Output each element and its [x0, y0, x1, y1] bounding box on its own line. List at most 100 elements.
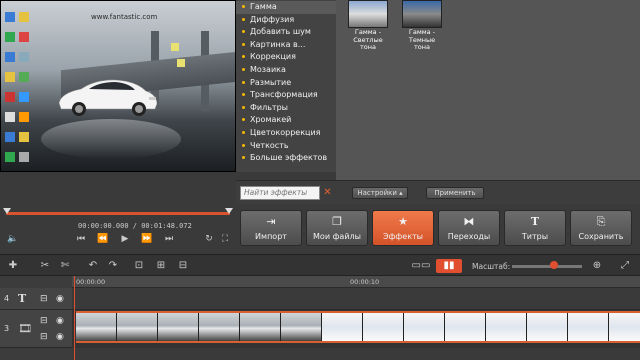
volume-icon[interactable]: 🔈 — [6, 232, 20, 246]
redo-icon[interactable]: ↷ — [106, 259, 120, 273]
clip-frame — [281, 313, 322, 341]
text-track-icon: T — [18, 292, 27, 305]
properties-icon[interactable]: ⊟ — [176, 259, 190, 273]
preview-reflection — [41, 119, 181, 159]
thumbnail-image — [402, 0, 442, 28]
effect-category-label: Гамма — [250, 2, 277, 11]
visibility-icon[interactable]: ◉ — [56, 316, 64, 326]
thumbnail-caption-line: Гамма - — [408, 28, 436, 36]
skip-end-icon[interactable]: ⏭ — [162, 232, 176, 246]
effect-category-item[interactable]: Хромакей — [236, 114, 336, 127]
effect-category-label: Размытие — [250, 77, 292, 87]
clip-frame — [486, 313, 527, 341]
video-preview[interactable]: www.fantastic.com — [0, 0, 236, 172]
edit-toolbar: ✚ ✂ ✄ ↶ ↷ ⊡ ⊞ ⊟ ▭▭ ▮▮ Масштаб: ⊕ ⤢ — [0, 254, 640, 276]
effect-category-label: Больше эффектов — [250, 153, 328, 163]
apply-button[interactable]: Применить — [426, 187, 484, 199]
desktop-app-icon — [5, 32, 15, 42]
add-icon[interactable]: ✚ — [6, 259, 20, 273]
effect-category-item[interactable]: Картинка в... — [236, 39, 336, 52]
effect-category-item[interactable]: Коррекция — [236, 51, 336, 64]
effect-category-label: Фильтры — [250, 102, 288, 112]
effect-thumbnail[interactable]: Гамма - Светлые тона — [346, 0, 390, 51]
play-icon[interactable]: ▶ — [118, 232, 132, 246]
zoom-slider-thumb[interactable] — [550, 261, 558, 269]
rotate-icon[interactable]: ⊞ — [154, 259, 168, 273]
undo-icon[interactable]: ↶ — [86, 259, 100, 273]
my-files-button[interactable]: ❐ Мои файлы — [306, 210, 368, 246]
import-button[interactable]: ⇥ Импорт — [240, 210, 302, 246]
rewind-icon[interactable]: ⏪ — [96, 232, 110, 246]
fit-icon[interactable]: ⤢ — [618, 259, 632, 273]
crop-icon[interactable]: ⊡ — [132, 259, 146, 273]
files-icon: ❐ — [332, 215, 342, 228]
save-button[interactable]: ⎘ Сохранить — [570, 210, 632, 246]
effect-category-item[interactable]: Мозаика — [236, 64, 336, 77]
text-track[interactable] — [72, 288, 640, 310]
clip-frame — [363, 313, 404, 341]
bullet-icon — [242, 118, 245, 122]
effects-search-bar: Найти эффекты ✕ Настройки ▴ Применить — [236, 180, 640, 204]
thumbnail-image — [348, 0, 388, 28]
timeline-playhead[interactable] — [74, 276, 75, 360]
clip-frame — [445, 313, 486, 341]
effect-category-item[interactable]: Больше эффектов — [236, 152, 336, 165]
bullet-icon — [242, 93, 245, 97]
desktop-app-icon — [19, 112, 29, 122]
desktop-app-icon — [19, 52, 29, 62]
loop-icon[interactable]: ↻ — [202, 232, 216, 246]
link-icon[interactable]: ⊟ — [40, 294, 48, 304]
scrubber-start-handle[interactable] — [3, 208, 11, 214]
effect-category-item[interactable]: Цветокоррекция — [236, 127, 336, 140]
desktop-app-icon — [5, 52, 15, 62]
timeline-ruler[interactable]: 00:00:00 00:00:10 — [72, 276, 640, 288]
text-icon: T — [530, 215, 540, 228]
effect-category-label: Коррекция — [250, 52, 296, 62]
video-clip[interactable] — [76, 311, 640, 343]
view-mode-icon[interactable]: ▭▭ — [408, 259, 434, 273]
link-icon[interactable]: ⊟ — [40, 316, 48, 326]
track-number: 4 — [4, 294, 10, 303]
transitions-button[interactable]: ⧓ Переходы — [438, 210, 500, 246]
titles-button[interactable]: T Титры — [504, 210, 566, 246]
effect-category-item[interactable]: Размытие — [236, 77, 336, 90]
my-files-label: Мои файлы — [313, 232, 361, 241]
video-track[interactable] — [72, 310, 640, 348]
visibility-icon[interactable]: ◉ — [56, 294, 64, 304]
effect-category-item[interactable]: Гамма — [236, 1, 336, 14]
settings-button[interactable]: Настройки ▴ — [352, 187, 408, 199]
cut-icon[interactable]: ✂ — [38, 259, 52, 273]
zoom-in-icon[interactable]: ⊕ — [590, 259, 604, 273]
search-input[interactable]: Найти эффекты — [240, 186, 320, 200]
bullet-icon — [242, 130, 245, 134]
scrubber-end-handle[interactable] — [225, 208, 233, 214]
effect-category-item[interactable]: Трансформация — [236, 89, 336, 102]
effect-category-item[interactable]: Четкость — [236, 140, 336, 153]
mute-icon[interactable]: ⊟ — [40, 332, 48, 342]
lock-icon[interactable]: ◉ — [56, 332, 64, 342]
playback-scrubber[interactable] — [0, 204, 236, 220]
thumbnail-caption-line: Темные тона — [408, 36, 436, 51]
desktop-app-icon — [5, 112, 15, 122]
fast-forward-icon[interactable]: ⏩ — [140, 232, 154, 246]
effect-category-item[interactable]: Диффузия — [236, 14, 336, 27]
bullet-icon — [242, 30, 245, 34]
preview-watermark: www.fantastic.com — [91, 13, 158, 21]
desktop-folder-icon — [5, 72, 15, 82]
effect-category-item[interactable]: Добавить шум — [236, 26, 336, 39]
clear-icon[interactable]: ✕ — [322, 187, 333, 198]
desktop-app-icon — [19, 72, 29, 82]
timeline-mode-icon[interactable]: ▮▮ — [436, 259, 462, 273]
desktop-app-icon — [5, 132, 15, 142]
split-icon[interactable]: ✄ — [58, 259, 72, 273]
zoom-slider-track[interactable] — [512, 265, 582, 268]
skip-start-icon[interactable]: ⏮ — [74, 232, 88, 246]
bullet-icon — [242, 17, 245, 21]
clip-frame — [199, 313, 240, 341]
effects-button[interactable]: ★ Эффекты — [372, 210, 434, 246]
effect-category-item[interactable]: Фильтры — [236, 102, 336, 115]
clip-frame — [404, 313, 445, 341]
thumbnail-caption-line: Гамма - — [354, 28, 382, 36]
effect-thumbnail[interactable]: Гамма - Темные тона — [400, 0, 444, 51]
fullscreen-icon[interactable]: ⛶ — [218, 232, 232, 246]
